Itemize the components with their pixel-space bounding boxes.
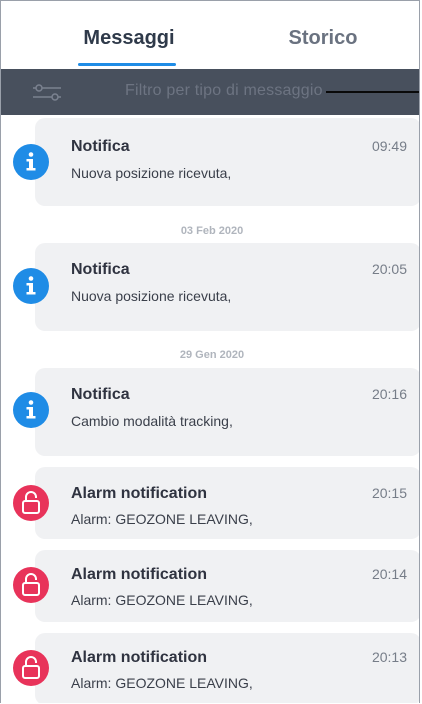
message-title: Alarm notification	[71, 566, 208, 583]
tab-history[interactable]: Storico	[223, 27, 419, 50]
unlock-alarm-icon	[13, 485, 49, 521]
message-time: 09:49	[371, 138, 407, 154]
message-title: Alarm notification	[71, 485, 208, 502]
filter-sliders-icon[interactable]	[31, 82, 71, 102]
filter-placeholder[interactable]: Filtro per tipo di messaggio	[125, 82, 323, 100]
message-time: 20:15	[371, 485, 407, 501]
message-card[interactable]: Notifica Nuova posizione ricevuta, 20:05	[35, 243, 419, 331]
message-title: Alarm notification	[71, 649, 208, 666]
message-body: Alarm: GEOZONE LEAVING,	[71, 675, 253, 691]
tab-bar: Messaggi Storico	[1, 1, 419, 69]
message-body: Nuova posizione ricevuta,	[71, 288, 232, 304]
date-separator: 03 Feb 2020	[180, 225, 244, 237]
unlock-alarm-icon	[13, 567, 49, 603]
message-filter-bar[interactable]: Filtro per tipo di messaggio	[1, 69, 419, 115]
info-icon	[13, 144, 49, 180]
unlock-alarm-icon	[13, 650, 49, 686]
message-list[interactable]: Notifica Nuova posizione ricevuta, 09:49…	[1, 115, 419, 703]
tab-messages[interactable]: Messaggi	[29, 27, 229, 50]
active-tab-indicator	[78, 63, 176, 66]
message-title: Notifica	[71, 138, 130, 155]
message-time: 20:16	[371, 386, 407, 402]
message-card[interactable]: Alarm notification Alarm: GEOZONE LEAVIN…	[35, 633, 419, 703]
info-icon	[13, 268, 49, 304]
message-body: Alarm: GEOZONE LEAVING,	[71, 511, 253, 527]
message-title: Notifica	[71, 261, 130, 278]
message-title: Notifica	[71, 386, 130, 403]
message-body: Cambio modalità tracking,	[71, 413, 233, 429]
message-body: Alarm: GEOZONE LEAVING,	[71, 592, 253, 608]
message-body: Nuova posizione ricevuta,	[71, 165, 232, 181]
info-icon	[13, 392, 49, 428]
app-frame: Messaggi Storico Filtro per tipo di mess…	[0, 0, 420, 703]
message-time: 20:13	[371, 649, 407, 665]
date-separator: 29 Gen 2020	[179, 349, 245, 361]
filter-underline	[326, 91, 419, 93]
message-card[interactable]: Alarm notification Alarm: GEOZONE LEAVIN…	[35, 467, 419, 539]
message-card[interactable]: Notifica Nuova posizione ricevuta, 09:49	[35, 118, 419, 206]
message-card[interactable]: Alarm notification Alarm: GEOZONE LEAVIN…	[35, 550, 419, 622]
message-time: 20:05	[371, 261, 407, 277]
message-time: 20:14	[371, 566, 407, 582]
message-card[interactable]: Notifica Cambio modalità tracking, 20:16	[35, 368, 419, 456]
